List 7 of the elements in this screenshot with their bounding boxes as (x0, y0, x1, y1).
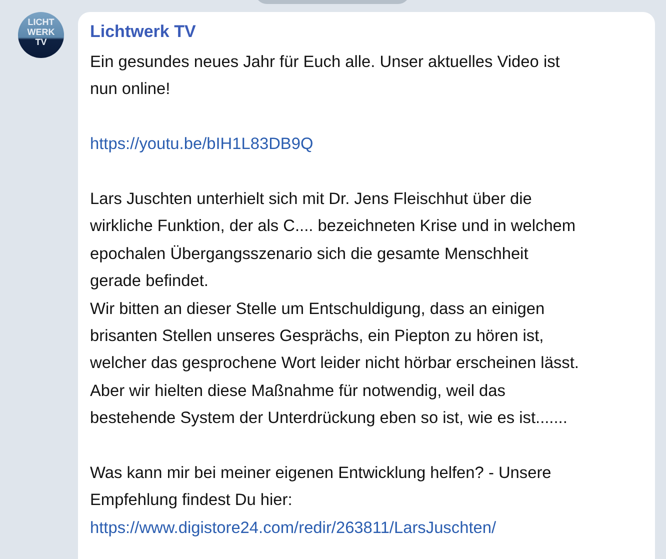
link[interactable]: https://www.digistore24.com/redir/263811/LarsJuschten/ (90, 518, 496, 537)
link[interactable]: https://youtu.be/bIH1L83DB9Q (90, 135, 314, 154)
message-paragraph: Ein gesundes neues Jahr für Euch alle. Unser aktuelles Video ist nun online! (90, 52, 561, 100)
message-paragraph: Lars Juschten unterhielt sich mit Dr. Jens Fleischhut über die wirkliche Funktion, der als C.... bezeichneten Krise und in welchem epochalen Übergangsszenario sich die gesamte Menschheit gerade befindet. Wir bitten an dieser Stelle um Entschuldigung, dass an einigen brisanten Stellen unseres Gesprächs, ein Piepton zu hören ist, welcher das gesprochene Wort leider nicht hörbar erscheinen lässt. Aber wir hielten diese Maßnahme für notwendig, weil das bestehende System der Unterdrückung eben so ist, wie es ist....... (90, 189, 580, 430)
channel-avatar[interactable]: LICHT WERK TV (18, 12, 64, 58)
message-paragraph: Was kann mir bei meiner eigenen Entwicklung helfen? - Unsere Empfehlung findest Du hier: https://www.digistore24.com/redir/263811/LarsJuschten/ (90, 463, 552, 539)
channel-name[interactable]: Lichtwerk TV (90, 21, 196, 43)
